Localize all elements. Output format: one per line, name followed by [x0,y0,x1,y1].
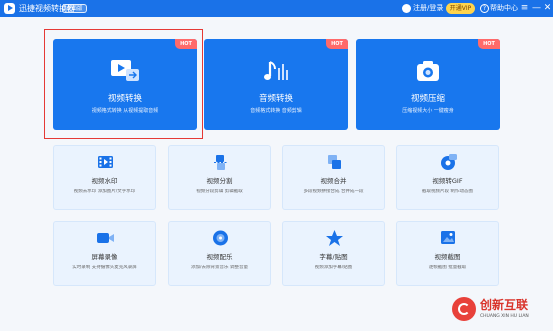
subtitle-sticker-card[interactable]: 字幕/贴图 视频添加字幕/贴图 [282,221,385,286]
watermark-subtext: CHUANG XIN HU LIAN [480,314,529,319]
card-title: 字幕/贴图 [319,253,348,261]
card-title: 视频转GIF [432,177,463,185]
card-subtitle: 音频格式转换 音频剪辑 [250,108,302,114]
card-subtitle: 压缩视频大小 一键瘦身 [402,108,454,114]
card-title: 视频水印 [91,177,118,185]
card-subtitle: 添加/去除背景音乐 调整音量 [191,265,248,270]
login-register-link[interactable]: 注册/登录 [413,4,443,13]
card-title: 音频转换 [258,94,293,104]
film-icon [98,156,113,168]
help-icon[interactable]: ? [480,4,489,13]
video-merge-card[interactable]: 视频合并 多段视频拼接合成 合并成一段 [282,145,385,210]
gif-icon [441,154,457,170]
video-compress-card[interactable]: HOT 视频压缩 压缩视频大小 一键瘦身 [356,39,500,130]
card-subtitle: 多段视频拼接合成 合并成一段 [303,189,364,194]
user-icon[interactable] [402,4,411,13]
video-music-card[interactable]: 视频配乐 添加/去除背景音乐 调整音量 [168,221,271,286]
audio-convert-card[interactable]: HOT 音频转换 音频格式转换 音频剪辑 [204,39,348,130]
video-watermark-card[interactable]: 视频水印 视频去水印 添加图片/文字水印 [53,145,156,210]
star-icon [326,230,343,246]
help-center-link[interactable]: 帮助中心 [490,4,518,13]
card-title: 视频配乐 [206,253,233,261]
card-subtitle: 实时录制 支持摄像头麦克风录屏 [72,265,137,270]
merge-icon [328,155,341,169]
card-subtitle: 视频分段剪辑 剪辑截取 [196,189,243,194]
menu-icon[interactable]: ≡ [519,3,530,14]
split-icon [214,155,227,170]
card-title: 视频截图 [434,253,461,261]
card-subtitle: 视频添加字幕/贴图 [314,265,353,270]
music-icon [264,61,288,80]
card-subtitle: 视频去水印 添加图片/文字水印 [73,189,136,194]
camera-icon [417,61,439,81]
screen-record-card[interactable]: 屏幕录像 实时录制 支持摄像头麦克风录屏 [53,221,156,286]
card-title: 视频分割 [206,177,233,185]
video-to-gif-card[interactable]: 视频转GIF 截取视频片段 制作动态图 [396,145,499,210]
card-subtitle: 逐帧截图 批量截取 [428,265,467,270]
title-bar: 迅捷视频转换器 桌面版 注册/登录 开通VIP ? 帮助中心 ≡ — ✕ [0,0,553,17]
minimize-icon[interactable]: — [531,3,542,14]
app-logo-icon [4,3,15,14]
watermark-logo-icon [452,297,476,321]
close-icon[interactable]: ✕ [542,3,553,14]
video-split-card[interactable]: 视频分割 视频分段剪辑 剪辑截取 [168,145,271,210]
video-screenshot-card[interactable]: 视频截图 逐帧截图 批量截取 [396,221,499,286]
hot-badge: HOT [478,39,500,49]
screenshot-icon [441,231,455,244]
edition-badge: 桌面版 [62,4,87,13]
card-title: 视频压缩 [410,94,445,104]
open-vip-button[interactable]: 开通VIP [446,3,475,14]
watermark: 创新互联 CHUANG XIN HU LIAN [452,296,548,324]
card-title: 视频合并 [320,177,347,185]
selection-highlight [44,29,203,139]
card-subtitle: 截取视频片段 制作动态图 [422,189,473,194]
hot-badge: HOT [326,39,348,49]
watermark-text: 创新互联 [480,298,529,312]
camcorder-icon [97,233,114,243]
music-disc-icon [213,230,228,246]
card-title: 屏幕录像 [91,253,118,261]
